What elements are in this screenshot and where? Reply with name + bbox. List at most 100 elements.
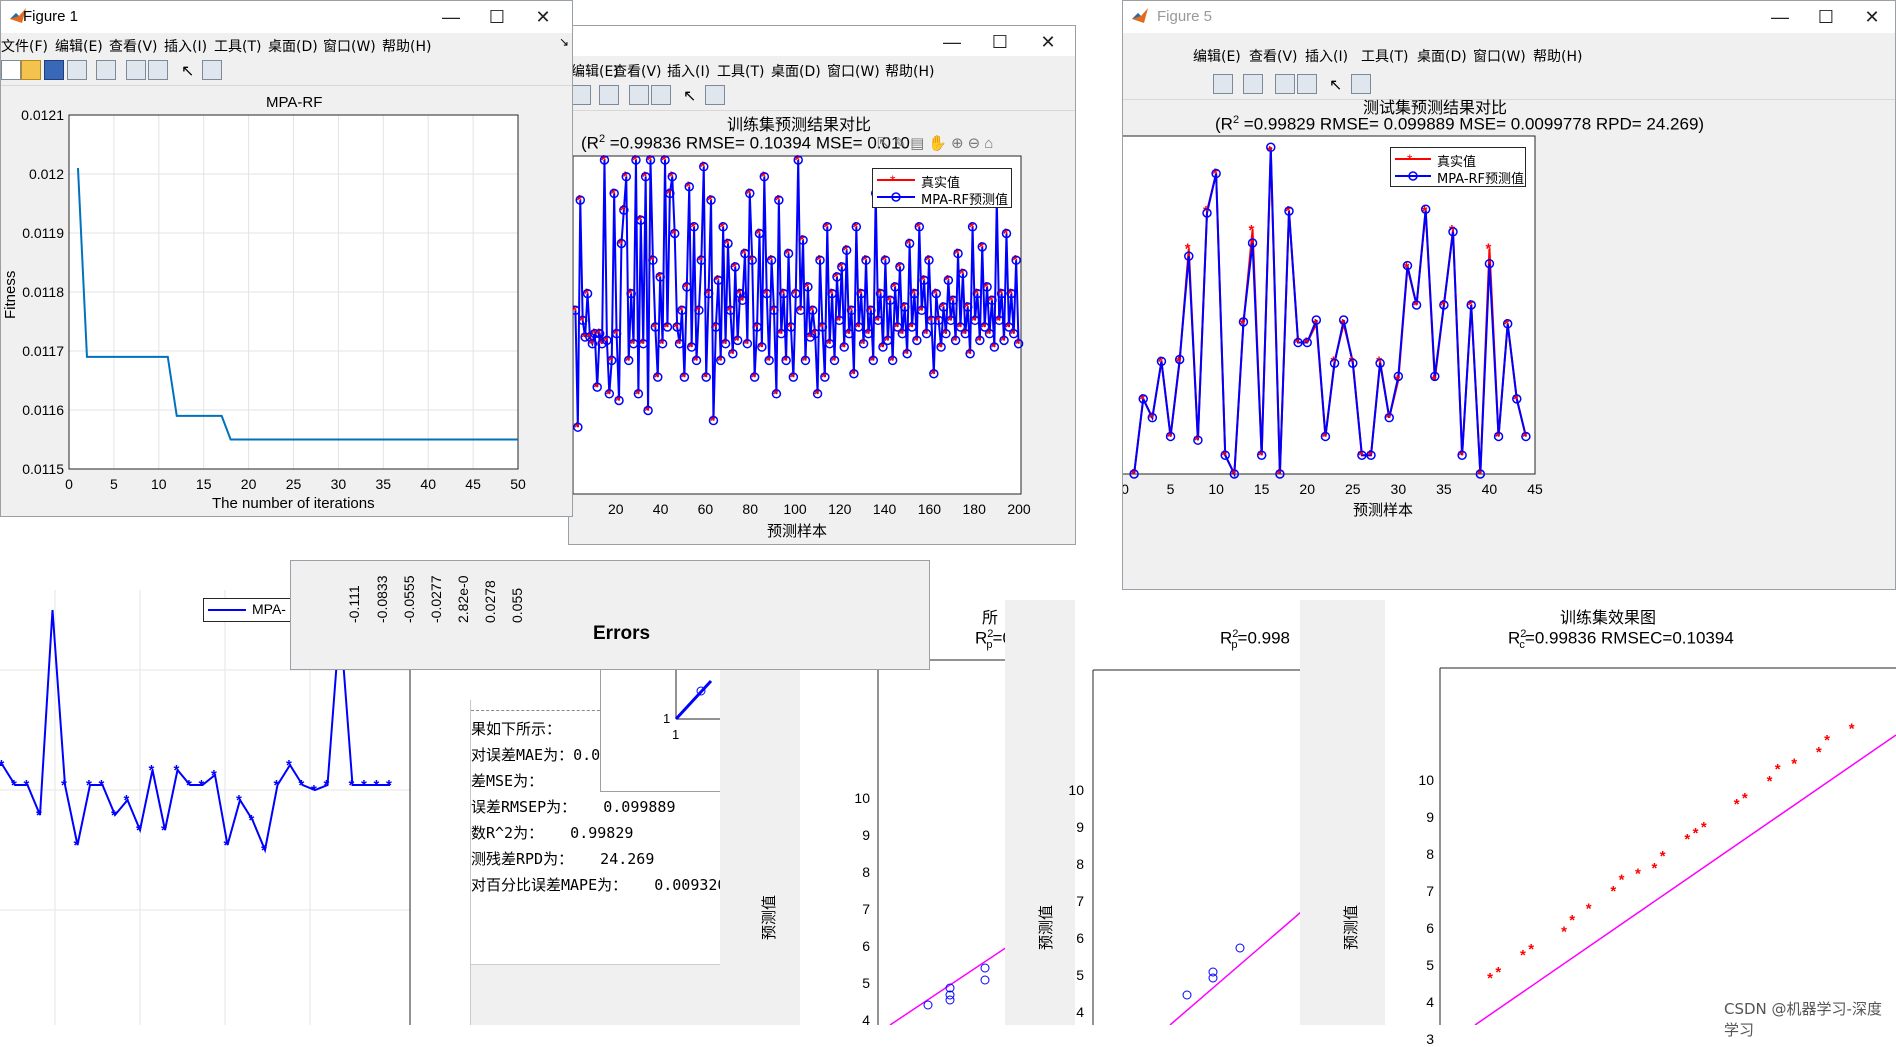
x-tick-label: 25 — [1345, 481, 1361, 497]
star-marker: * — [700, 159, 706, 176]
star-marker: * — [630, 336, 636, 353]
train-legend: * 真实值 MPA-RF预测值 — [872, 168, 1012, 208]
star-marker: * — [743, 336, 749, 353]
errors-tick-label: 0.0278 — [482, 580, 498, 623]
star-marker: * — [816, 252, 822, 269]
x-tick-label: 10 — [151, 476, 167, 492]
star-marker: * — [632, 152, 638, 169]
star-marker: * — [995, 312, 1001, 329]
star-marker: * — [973, 286, 979, 303]
star-marker: * — [797, 302, 803, 319]
star-marker: * — [1139, 391, 1145, 408]
star-marker: * — [1791, 755, 1797, 772]
star-marker: * — [898, 326, 904, 343]
star-marker: * — [637, 212, 643, 229]
star-marker: * — [821, 369, 827, 386]
svg-text:1: 1 — [663, 711, 670, 726]
star-marker: * — [690, 219, 696, 236]
y-tick-label: 9 — [1426, 809, 1434, 825]
star-marker: * — [224, 837, 230, 854]
errors-tick-label: -0.0555 — [401, 575, 417, 623]
star-marker: * — [828, 286, 834, 303]
star-marker: * — [877, 286, 883, 303]
bottom-left-legend: MPA- — [203, 598, 295, 622]
star-marker: * — [1693, 825, 1699, 842]
star-marker: * — [1285, 203, 1291, 220]
star-marker: * — [1569, 912, 1575, 929]
star-marker: * — [695, 302, 701, 319]
star-marker: * — [799, 232, 805, 249]
star-marker: * — [751, 369, 757, 386]
x-tick-label: 20 — [241, 476, 257, 492]
y-tick-label: 5 — [1076, 967, 1084, 983]
star-marker: * — [86, 777, 92, 794]
figure5-plot: 05101520253035404512345678910***********… — [1123, 135, 1543, 497]
star-marker: * — [1767, 773, 1773, 790]
star-marker: * — [1701, 819, 1707, 836]
y-tick-label: 9 — [1076, 819, 1084, 835]
star-marker: * — [693, 352, 699, 369]
star-marker: * — [249, 812, 255, 829]
mid2-figure: R2p=0.998 预测值 4 5 6 7 8 9 10 — [1005, 600, 1315, 1025]
star-marker: * — [768, 252, 774, 269]
star-marker: * — [600, 152, 606, 169]
star-marker: * — [1586, 900, 1592, 917]
star-marker: * — [741, 246, 747, 263]
star-marker: * — [1194, 432, 1200, 449]
star-marker: * — [1619, 871, 1625, 888]
star-marker: * — [794, 152, 800, 169]
star-marker: * — [809, 302, 815, 319]
inset-window: 11 — [600, 650, 727, 792]
star-marker: * — [613, 326, 619, 343]
mid2-figure-plot — [1092, 669, 1315, 1025]
x-tick-label: 40 — [1482, 481, 1498, 497]
star-marker: * — [1504, 316, 1510, 333]
star-marker: * — [1303, 335, 1309, 352]
star-marker: * — [913, 332, 919, 349]
star-marker: * — [697, 252, 703, 269]
star-marker: * — [714, 272, 720, 289]
star-marker: * — [838, 259, 844, 276]
star-marker: * — [656, 269, 662, 286]
x-tick-label: 0 — [65, 476, 73, 492]
console-line: 对百分比误差MAPE为： 0.0093208 — [471, 876, 736, 894]
star-marker: * — [748, 252, 754, 269]
star-marker: * — [811, 326, 817, 343]
star-marker: * — [608, 352, 614, 369]
errors-tick-label: -0.111 — [346, 585, 362, 623]
star-marker: * — [789, 369, 795, 386]
star-marker: * — [36, 807, 42, 824]
star-marker: * — [903, 346, 909, 363]
star-marker: * — [930, 366, 936, 383]
star-marker: * — [1276, 466, 1282, 483]
star-marker: * — [891, 279, 897, 296]
star-marker: * — [753, 319, 759, 336]
star-marker: * — [661, 152, 667, 169]
star-marker: * — [1522, 428, 1528, 445]
x-tick-label: 40 — [653, 501, 669, 517]
y-tick-label: 8 — [1426, 846, 1434, 862]
star-marker: * — [758, 339, 764, 356]
star-marker: * — [685, 179, 691, 196]
star-marker: * — [236, 792, 242, 809]
star-marker: * — [1230, 466, 1236, 483]
star-marker: * — [574, 419, 580, 436]
star-marker: * — [584, 286, 590, 303]
star-marker: * — [969, 219, 975, 236]
star-marker: * — [161, 822, 167, 839]
x-tick-label: 20 — [1299, 481, 1315, 497]
star-marker: * — [644, 403, 650, 420]
star-marker: * — [814, 386, 820, 403]
star-marker: * — [1440, 297, 1446, 314]
star-marker: * — [705, 286, 711, 303]
x-tick-label: 120 — [828, 501, 852, 517]
star-marker: * — [966, 346, 972, 363]
x-tick-label: 45 — [465, 476, 481, 492]
star-marker: * — [777, 326, 783, 343]
legend-pred: MPA-RF预测值 — [1437, 172, 1525, 187]
x-tick-label: 160 — [918, 501, 942, 517]
star-marker: * — [949, 292, 955, 309]
star-marker: * — [1467, 297, 1473, 314]
star-marker: * — [1816, 744, 1822, 761]
star-marker: * — [299, 777, 305, 794]
